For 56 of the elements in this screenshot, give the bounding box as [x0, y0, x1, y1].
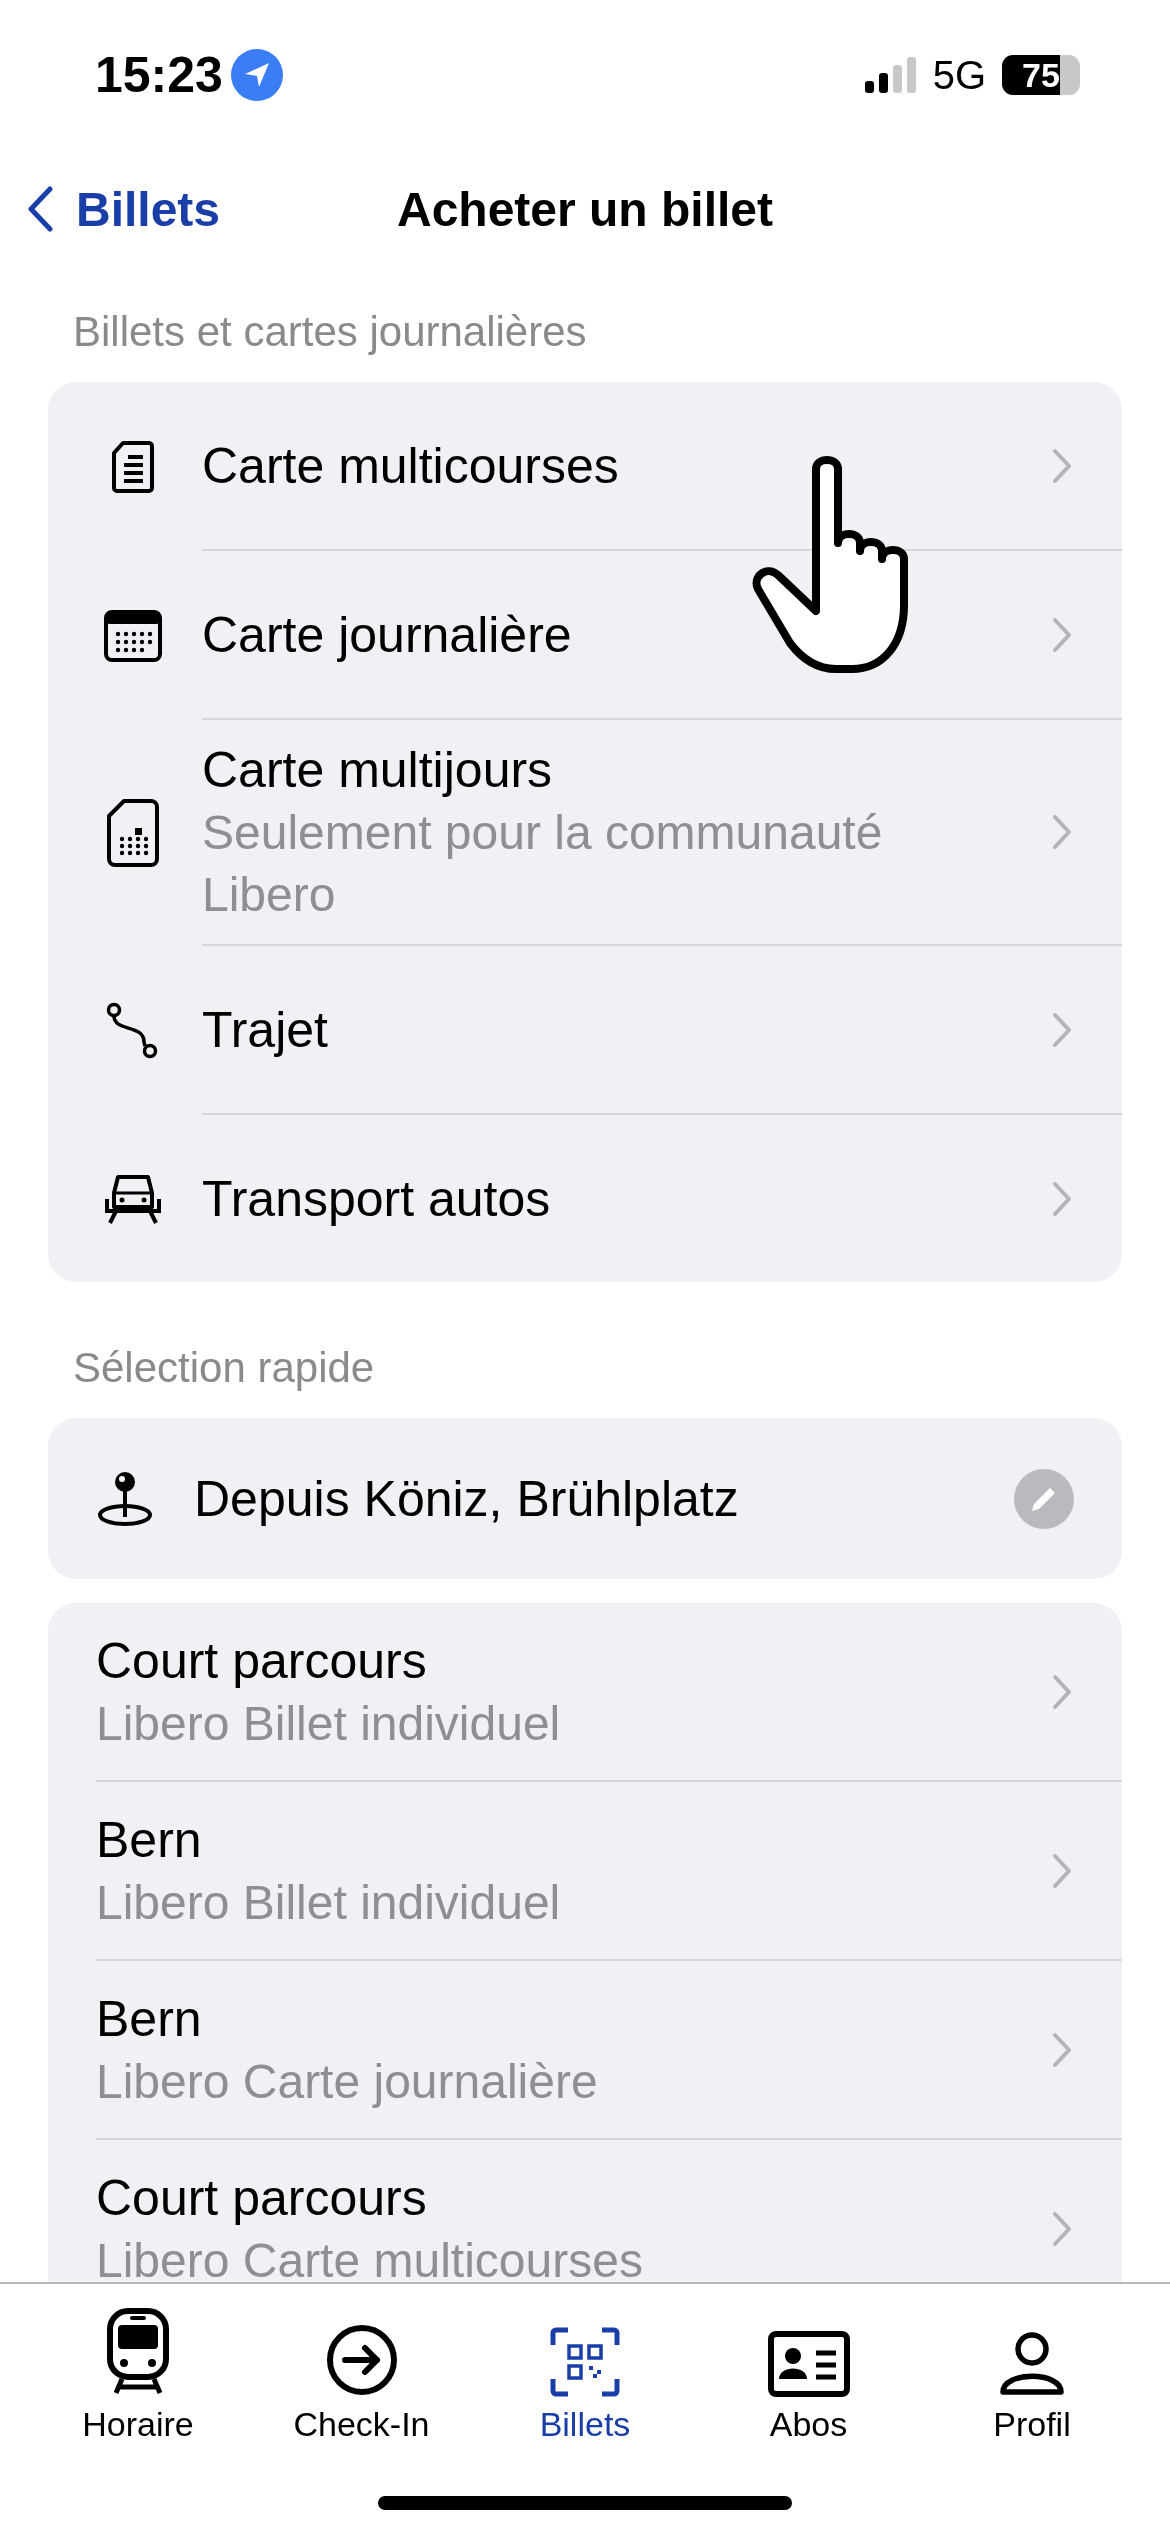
tab-bar-item[interactable]: Billets: [475, 2294, 695, 2444]
card-icon: [104, 798, 162, 868]
favorite-title: Bern: [96, 1989, 203, 2049]
chevron-icon: [1052, 814, 1072, 850]
ticket-type-title: Carte multijours: [202, 741, 554, 800]
pin-icon: [96, 1470, 154, 1527]
location-icon: [230, 49, 283, 101]
section-header: Sélection rapide: [72, 1343, 376, 1393]
ticket-type-title: Carte journalière: [202, 605, 572, 665]
favorite-row[interactable]: Court parcours Libero Billet individuel: [96, 1603, 1122, 1782]
favorite-title: Bern: [96, 1810, 203, 1870]
favorite-subtitle: Libero Carte multicourses: [96, 2232, 643, 2282]
favorite-subtitle: Libero Billet individuel: [96, 1874, 561, 1931]
ticket-type-title: Trajet: [202, 1000, 328, 1060]
chevron-icon: [1052, 2210, 1072, 2247]
battery-icon: 75: [1002, 55, 1080, 95]
edit-icon[interactable]: [1014, 1468, 1074, 1529]
signal-icon: [864, 57, 917, 93]
chevron-icon: [1052, 447, 1072, 484]
favorite-row[interactable]: Bern Libero Carte journalière: [96, 1961, 1122, 2140]
ticket-type-title: Carte multicourses: [202, 436, 619, 496]
page-title: Acheter un billet: [396, 181, 774, 237]
arrow-circle-icon: [324, 2323, 399, 2397]
favorite-title: Court parcours: [96, 2168, 428, 2228]
section-header: Billets et cartes journalières: [72, 307, 588, 357]
chevron-icon: [1052, 616, 1072, 653]
tab-bar-item[interactable]: Profil: [922, 2294, 1142, 2444]
chevron-icon: [1052, 2031, 1072, 2068]
tab-bar-item[interactable]: Check-In: [251, 2294, 472, 2444]
status-time: 15:23: [95, 46, 223, 104]
train-icon: [106, 2307, 170, 2397]
chevron-icon: [1052, 1011, 1072, 1048]
location-row[interactable]: Depuis Köniz, Brühlplatz: [48, 1418, 1122, 1579]
favorite-row[interactable]: Bern Libero Billet individuel: [96, 1782, 1122, 1961]
back-chevron-icon: [26, 186, 54, 232]
tab-bar-item[interactable]: Abos: [698, 2294, 919, 2444]
id-card-icon: [767, 2331, 850, 2397]
ticket-type-row[interactable]: Transport autos: [48, 1115, 1122, 1282]
tab-bar-item[interactable]: Horaire: [28, 2294, 248, 2444]
favorite-subtitle: Libero Carte journalière: [96, 2053, 598, 2110]
favorite-subtitle: Libero Billet individuel: [96, 1695, 561, 1752]
chevron-icon: [1052, 1852, 1072, 1889]
ticket-type-subtitle: Seulement pour la communauté Libero: [202, 805, 884, 923]
qr-code-icon: [550, 2327, 620, 2397]
ticket-type-row[interactable]: Trajet: [48, 946, 1122, 1115]
ticket-type-title: Transport autos: [202, 1169, 551, 1229]
person-icon: [999, 2331, 1065, 2397]
chevron-icon: [1052, 1180, 1072, 1217]
favorite-row[interactable]: Court parcours Libero Carte multicourses: [96, 2140, 1122, 2282]
back-link[interactable]: Billets: [26, 181, 221, 237]
calendar-icon: [104, 609, 162, 662]
favorite-title: Court parcours: [96, 1631, 428, 1691]
ticket-type-row[interactable]: Carte multijours Seulement pour la communauté Libero: [48, 720, 1122, 946]
network-label: 5G: [932, 52, 986, 98]
location-label: Depuis Köniz, Brühlplatz: [194, 1469, 740, 1529]
chevron-icon: [1052, 1673, 1072, 1710]
